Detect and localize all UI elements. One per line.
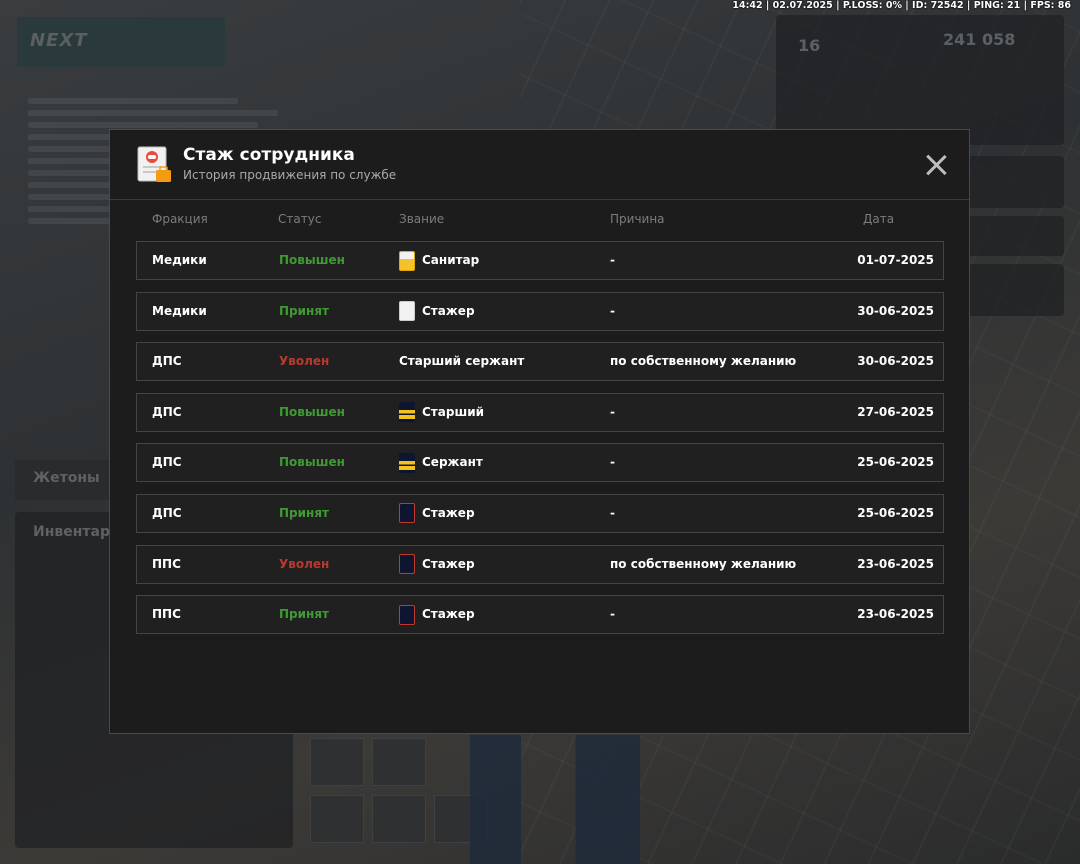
medic-rank-icon [399,250,415,271]
record-status: Принят [279,505,329,520]
record-status: Принят [279,303,329,318]
record-rank-label: Старший [422,404,485,419]
record-row[interactable]: Медики Принят Стажер - 30-06-2025 [136,291,944,331]
record-rank: Старший [399,394,484,431]
inventory-slot[interactable] [310,795,364,843]
record-row[interactable]: ДПС Повышен Сержант - 25-06-2025 [136,443,944,483]
record-date: 23-06-2025 [857,607,934,622]
record-reason: - [610,303,615,318]
server-logo-text: NEXT [30,30,88,51]
medic-rank-icon [399,301,415,322]
column-header-faction: Фракция [152,212,208,226]
record-status: Уволен [279,354,330,369]
player-stats-panel [776,15,1064,145]
record-status: Принят [279,607,329,622]
inventory-slot[interactable] [372,738,426,786]
record-reason: по собственному желанию [610,354,797,369]
record-rank: Стажер [399,596,475,633]
column-header-date: Дата [863,212,895,226]
record-date: 30-06-2025 [857,303,934,318]
player-money: 241 058 [943,30,1016,49]
record-rank-label: Сержант [422,455,483,470]
record-rank: Стажер [399,495,475,532]
column-header-rank: Звание [399,212,445,226]
record-date: 27-06-2025 [857,404,934,419]
record-reason: - [610,505,615,520]
record-rank-label: Санитар [422,253,480,267]
record-date: 01-07-2025 [857,253,934,267]
record-status: Повышен [279,404,345,419]
record-rank-label: Стажер [422,607,475,622]
inventory-slot[interactable] [372,795,426,843]
record-date: 23-06-2025 [857,556,934,571]
record-rank: Старший сержант [399,343,524,380]
modal-title: Стаж сотрудника [183,145,355,165]
record-date: 25-06-2025 [857,505,934,520]
record-rank-label: Стажер [422,303,475,318]
service-record-list: Медики Повышен Санитар - 01-07-2025 Меди… [136,241,944,646]
record-faction: Медики [152,303,207,318]
record-faction: ДПС [152,455,182,470]
record-status: Уволен [279,556,330,571]
record-rank: Сержант [399,444,483,481]
modal-subtitle: История продвижения по службе [183,168,397,182]
record-faction: ППС [152,607,181,622]
police-rank-icon [399,554,415,575]
inventory-slot[interactable] [310,738,364,786]
record-reason: по собственному желанию [610,556,797,571]
record-row[interactable]: Медики Повышен Санитар - 01-07-2025 [136,241,944,280]
record-rank-label: Старший сержант [399,354,525,369]
record-row[interactable]: ППС Принят Стажер - 23-06-2025 [136,595,944,635]
service-record-modal: Стаж сотрудника История продвижения по с… [109,129,970,734]
record-rank: Стажер [399,546,475,583]
record-rank: Стажер [399,293,475,330]
player-character [470,735,640,864]
record-row[interactable]: ППС Уволен Стажер по собственному желани… [136,544,944,584]
record-date: 30-06-2025 [857,354,934,369]
player-level: 16 [798,36,821,55]
modal-header: Стаж сотрудника История продвижения по с… [110,130,969,200]
record-reason: - [610,455,615,470]
record-faction: Медики [152,253,207,267]
record-faction: ППС [152,556,181,571]
record-status: Повышен [279,253,345,267]
column-header-status: Статус [278,212,322,226]
police-rank-icon [399,402,415,423]
record-reason: - [610,404,615,419]
record-row[interactable]: ДПС Принят Стажер - 25-06-2025 [136,493,944,533]
document-badge-icon [137,146,171,182]
police-rank-icon [399,503,415,524]
record-faction: ДПС [152,354,182,369]
record-row[interactable]: ДПС Уволен Старший сержант по собственно… [136,342,944,382]
record-rank-label: Стажер [422,505,475,520]
police-rank-icon [399,452,415,473]
record-status: Повышен [279,455,345,470]
close-icon[interactable] [925,154,947,176]
record-reason: - [610,253,615,267]
record-rank-label: Стажер [422,556,475,571]
record-date: 25-06-2025 [857,455,934,470]
record-reason: - [610,607,615,622]
police-rank-icon [399,604,415,625]
record-faction: ДПС [152,505,182,520]
record-row[interactable]: ДПС Повышен Старший - 27-06-2025 [136,392,944,432]
column-header-reason: Причина [610,212,665,226]
record-faction: ДПС [152,404,182,419]
record-rank: Санитар [399,242,479,279]
hud-status-line: 14:42 | 02.07.2025 | P.LOSS: 0% | ID: 72… [732,0,1071,11]
